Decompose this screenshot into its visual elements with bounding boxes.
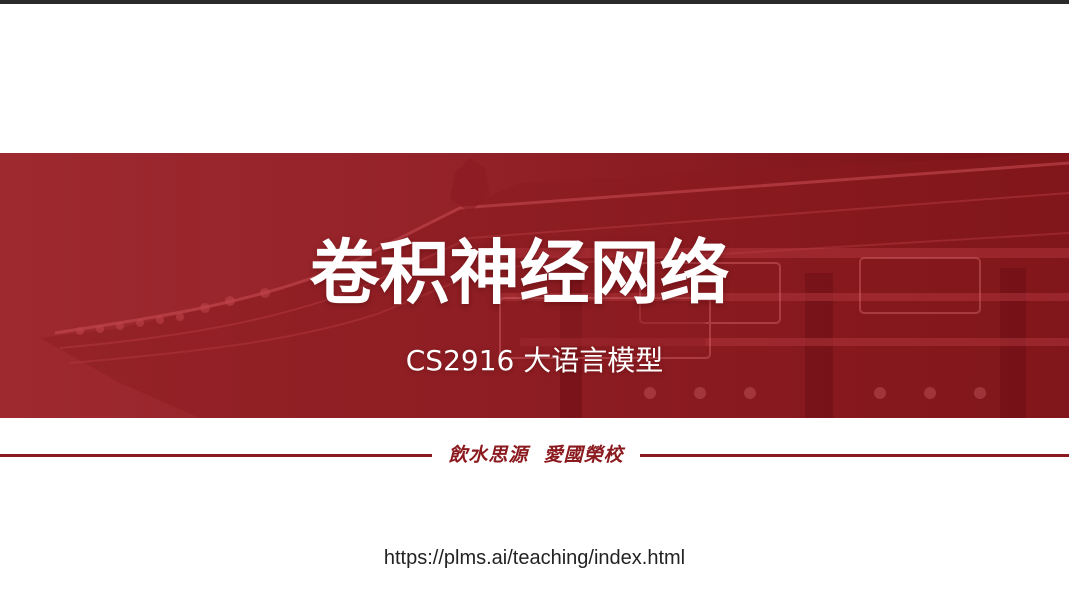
course-url: https://plms.ai/teaching/index.html bbox=[383, 547, 686, 569]
divider-line-right bbox=[640, 454, 1069, 457]
title-banner: 卷积神经网络 CS2916 大语言模型 bbox=[0, 153, 1069, 418]
top-bar bbox=[0, 0, 1069, 4]
slide-subtitle: CS2916 大语言模型 bbox=[405, 344, 664, 377]
divider-line-left bbox=[0, 454, 432, 457]
slide-title: 卷积神经网络 bbox=[309, 232, 730, 314]
university-motto: 飲水思源 愛國榮校 bbox=[448, 444, 624, 466]
motto-divider: 飲水思源 愛國榮校 bbox=[0, 440, 1069, 470]
